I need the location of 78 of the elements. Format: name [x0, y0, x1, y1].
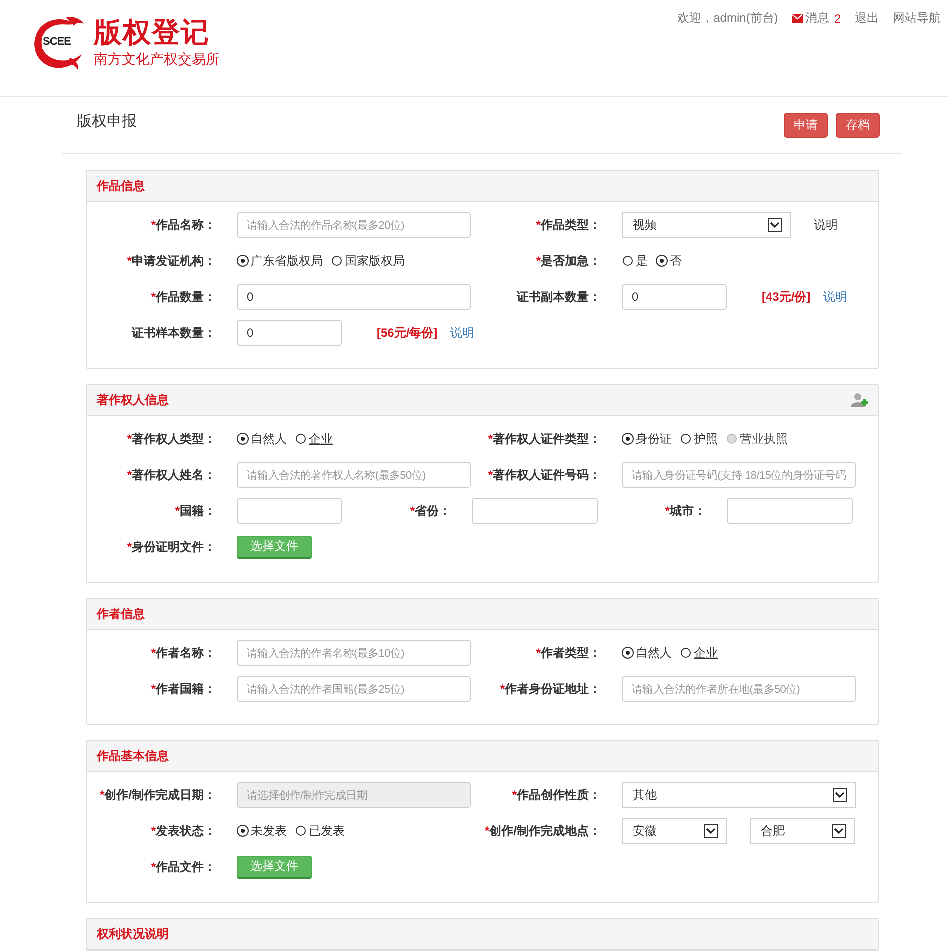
field-label: *作者类型：: [535, 644, 601, 662]
field-label: *城市：: [664, 502, 706, 520]
input-field[interactable]: 请输入合法的作者国籍(最多25位): [237, 676, 471, 702]
logout-link[interactable]: 退出: [855, 10, 879, 27]
field-label: *作品类型：: [535, 216, 601, 234]
add-person-icon[interactable]: [851, 392, 868, 408]
input-field[interactable]: [237, 498, 342, 524]
select-field[interactable]: 视频: [622, 212, 791, 238]
help-link[interactable]: 说明: [824, 288, 848, 306]
radio-option[interactable]: 自然人: [237, 430, 287, 448]
field-label: *创作/制作完成日期：: [98, 786, 216, 804]
field-label: *作品数量：: [150, 288, 216, 306]
field-label: *著作权人证件号码：: [487, 466, 601, 484]
panel-title: 作品信息: [97, 178, 145, 194]
field-label: 证书样本数量：: [130, 324, 216, 342]
logo-title: 版权登记: [94, 16, 211, 50]
radio-option[interactable]: 企业: [680, 644, 718, 662]
logo-subtitle: 南方文化产权交易所: [94, 50, 220, 68]
input-field[interactable]: 0: [237, 284, 471, 310]
radio-option[interactable]: 广东省版权局: [237, 252, 323, 270]
radio-option[interactable]: 自然人: [622, 644, 672, 662]
field-label: 证书副本数量：: [516, 288, 601, 306]
messages-link[interactable]: 消息 2: [792, 10, 841, 27]
dropdown-caret-icon: [704, 824, 718, 838]
radio-option[interactable]: 是: [622, 252, 648, 270]
input-field[interactable]: 0: [237, 320, 342, 346]
field-label: *著作权人证件类型：: [487, 430, 601, 448]
input-field[interactable]: 0: [622, 284, 727, 310]
price-text: [43元/份]: [762, 288, 811, 306]
field-label: *身份证明文件：: [126, 538, 216, 556]
field-label: *作者名称：: [150, 644, 216, 662]
input-field[interactable]: 请输入合法的著作权人名称(最多50位): [237, 462, 471, 488]
radio-option[interactable]: 未发表: [237, 822, 287, 840]
field-label: *作品创作性质：: [511, 786, 601, 804]
field-label: *作品文件：: [150, 858, 216, 876]
panel-title: 权利状况说明: [97, 926, 169, 942]
dropdown-caret-icon: [833, 788, 847, 802]
logo-mark: SCEE: [42, 36, 72, 49]
select-field[interactable]: 合肥: [750, 818, 855, 844]
radio-option[interactable]: 企业: [295, 430, 333, 448]
panel-title: 作品基本信息: [97, 748, 169, 764]
field-label: *创作/制作完成地点：: [484, 822, 601, 840]
welcome-text: 欢迎，admin(前台): [678, 10, 778, 27]
action-button[interactable]: 存档: [836, 112, 880, 138]
dropdown-caret-icon: [768, 218, 782, 232]
field-label: *是否加急：: [535, 252, 601, 270]
dropdown-caret-icon: [832, 824, 846, 838]
radio-option[interactable]: 身份证: [622, 430, 672, 448]
input-field[interactable]: [727, 498, 853, 524]
field-label: *作品名称：: [150, 216, 216, 234]
page-title: 版权申报: [77, 112, 137, 130]
radio-option[interactable]: 国家版权局: [331, 252, 405, 270]
panel-title: 作者信息: [97, 606, 145, 622]
select-field[interactable]: 其他: [622, 782, 856, 808]
input-field[interactable]: [472, 498, 598, 524]
radio-option[interactable]: 已发表: [295, 822, 345, 840]
panel-title: 著作权人信息: [97, 392, 169, 408]
field-label: *著作权人类型：: [126, 430, 216, 448]
field-label: *作者身份证地址：: [499, 680, 601, 698]
radio-option[interactable]: 护照: [680, 430, 718, 448]
field-label: *省份：: [409, 502, 451, 520]
field-label: *著作权人姓名：: [126, 466, 216, 484]
action-button[interactable]: 申请: [784, 112, 828, 138]
input-field[interactable]: 请输入身份证号码(支持 18/15位的身份证号码: [622, 462, 856, 488]
field-label: *发表状态：: [150, 822, 216, 840]
radio-option[interactable]: 否: [656, 252, 682, 270]
field-label: *国籍：: [174, 502, 216, 520]
input-field[interactable]: 请输入合法的作者所在地(最多50位): [622, 676, 856, 702]
field-label: *申请发证机构：: [126, 252, 216, 270]
input-field[interactable]: 请输入合法的作者名称(最多10位): [237, 640, 471, 666]
help-link[interactable]: 说明: [450, 324, 475, 342]
help-text: 说明: [814, 216, 838, 234]
field-label: *作者国籍：: [150, 680, 216, 698]
input-field[interactable]: 请输入合法的作品名称(最多20位): [237, 212, 471, 238]
select-field[interactable]: 安徽: [622, 818, 727, 844]
site-nav-link[interactable]: 网站导航: [893, 10, 941, 27]
envelope-icon: [792, 14, 804, 23]
price-text: [56元/每份]: [377, 324, 438, 342]
